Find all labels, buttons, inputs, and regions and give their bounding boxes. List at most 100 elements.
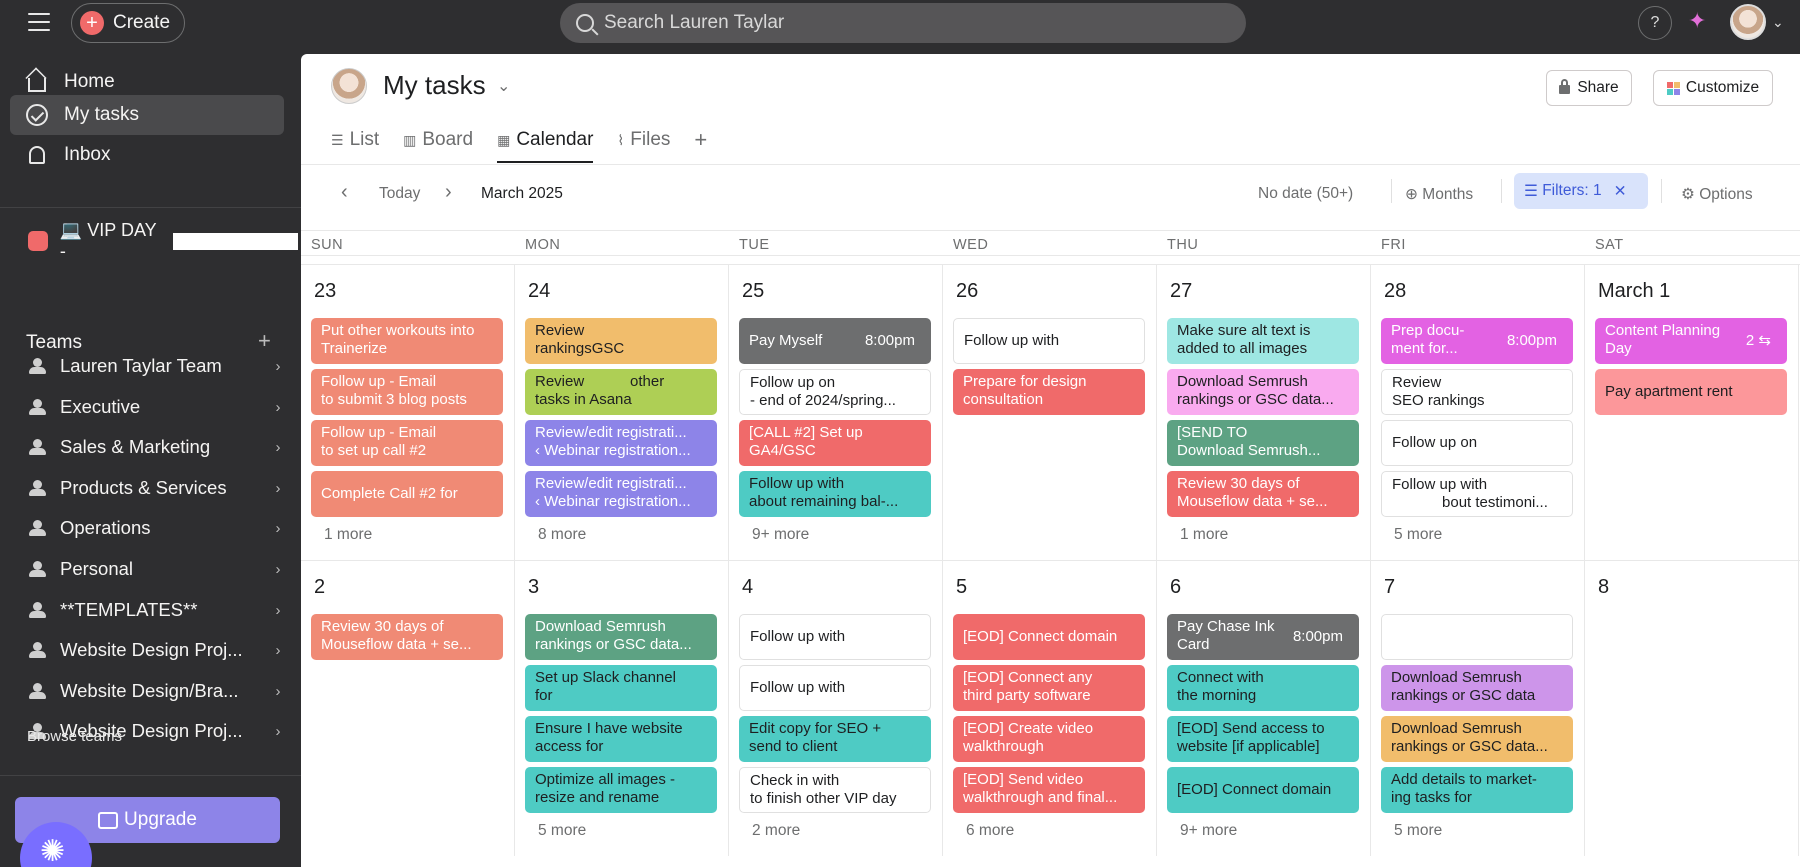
task-card[interactable]: Download Semrush rankings or GSC data... [525,614,717,660]
sidebar-team-item[interactable]: Website Design/Bra... › [28,673,288,709]
sidebar-team-item[interactable]: Operations › [28,510,288,546]
task-card[interactable]: Download Semrush rankings or GSC data [1381,665,1573,711]
chevron-right-icon[interactable]: › [268,561,288,578]
chevron-down-icon[interactable]: ⌄ [497,76,510,96]
task-card[interactable]: Follow up with [739,665,931,711]
task-card[interactable]: Download Semrush rankings or GSC data... [1167,369,1359,415]
task-card[interactable]: Follow up on [1381,420,1573,466]
calendar-day-cell[interactable]: 4 Follow up with Follow up with Edit copy f… [729,561,943,856]
sidebar-team-item[interactable]: Personal › [28,551,288,587]
user-avatar[interactable] [1730,4,1766,40]
calendar-day-cell[interactable]: 5 [EOD] Connect domain [EOD] Connect any t… [943,561,1157,856]
task-card[interactable]: Follow up - Email to set up call #2 [311,420,503,466]
chevron-right-icon[interactable]: › [445,181,452,204]
task-card[interactable]: Review/edit registrati... ‹ Webinar regi… [525,420,717,466]
task-card[interactable]: Follow up - Email to submit 3 blog posts [311,369,503,415]
task-card[interactable]: Review rankingsGSC [525,318,717,364]
more-tasks-link[interactable]: 5 more [538,822,586,840]
task-card[interactable]: Follow up with about remaining bal-... [739,471,931,517]
months-zoom-button[interactable]: ⊕ Months [1405,185,1473,204]
task-card[interactable]: Review/edit registrati... ‹ Webinar regi… [525,471,717,517]
more-tasks-link[interactable]: 5 more [1394,822,1442,840]
calendar-day-cell[interactable]: 23 Put other workouts into Trainerize Foll… [301,265,515,560]
task-card[interactable]: Pay Myself 8:00pm [739,318,931,364]
more-tasks-link[interactable]: 6 more [966,822,1014,840]
filters-button[interactable]: ☰ Filters: 1 ✕ [1514,173,1648,209]
chevron-right-icon[interactable]: › [268,683,288,700]
sidebar-team-item[interactable]: Products & Services › [28,470,288,506]
task-card[interactable]: [SEND TO Download Semrush... [1167,420,1359,466]
tab-list[interactable]: ☰ List [331,120,379,160]
sidebar-item-my-tasks[interactable]: My tasks [10,95,284,135]
today-button[interactable]: Today [379,185,420,203]
task-card[interactable]: Set up Slack channel for [525,665,717,711]
sidebar-project-vip-day[interactable]: 💻 VIP DAY - [28,220,299,261]
task-card[interactable]: [EOD] Connect domain [1167,767,1359,813]
task-card[interactable]: Review other tasks in Asana [525,369,717,415]
more-tasks-link[interactable]: 9+ more [752,526,809,544]
calendar-day-cell[interactable]: 28 Prep docu- ment for... 8:00pm Review SEO… [1371,265,1585,560]
task-card[interactable]: Review SEO rankings [1381,369,1573,415]
calendar-day-cell[interactable]: 24 Review rankingsGSC Review other tasks i… [515,265,729,560]
add-tab-icon[interactable]: + [694,120,707,160]
more-tasks-link[interactable]: 1 more [324,526,372,544]
sidebar-team-item[interactable]: Lauren Taylar Team › [28,348,288,384]
more-tasks-link[interactable]: 1 more [1180,526,1228,544]
task-card[interactable]: Put other workouts into Trainerize [311,318,503,364]
chevron-right-icon[interactable]: › [268,480,288,497]
task-card[interactable]: Prepare for design consultation [953,369,1145,415]
browse-teams-link[interactable]: Browse teams [27,728,122,745]
chevron-right-icon[interactable]: › [268,399,288,416]
task-card[interactable] [1381,614,1573,660]
task-card[interactable]: Follow up on - end of 2024/spring... [739,369,931,415]
task-card[interactable]: Add details to market- ing tasks for [1381,767,1573,813]
ai-sparkle-icon[interactable]: ✦ [1688,8,1706,34]
task-card[interactable]: Ensure I have website access for [525,716,717,762]
more-tasks-link[interactable]: 9+ more [1180,822,1237,840]
chevron-right-icon[interactable]: › [268,439,288,456]
tab-calendar[interactable]: ▦ Calendar [497,120,594,163]
sidebar-team-item[interactable]: Executive › [28,389,288,425]
task-card[interactable]: Review 30 days of Mouseflow data + se... [1167,471,1359,517]
task-card[interactable]: Connect with the morning [1167,665,1359,711]
calendar-day-cell[interactable]: 26 Follow up with Prepare for design consu… [943,265,1157,560]
calendar-day-cell[interactable]: March 1 Content Planning Day 2 ⇆ Pay apartm… [1585,265,1799,560]
more-tasks-link[interactable]: 5 more [1394,526,1442,544]
more-tasks-link[interactable]: 8 more [538,526,586,544]
task-card[interactable]: Follow up with [953,318,1145,364]
task-card[interactable]: Optimize all images - resize and rename [525,767,717,813]
task-card[interactable]: Review 30 days of Mouseflow data + se... [311,614,503,660]
task-card[interactable]: Prep docu- ment for... 8:00pm [1381,318,1573,364]
close-icon[interactable]: ✕ [1614,182,1627,201]
calendar-day-cell[interactable]: 7 Download Semrush rankings or GSC data Do… [1371,561,1585,856]
task-card[interactable]: Follow up with [739,614,931,660]
sidebar-team-item[interactable]: Sales & Marketing › [28,429,288,465]
sidebar-team-item[interactable]: **TEMPLATES** › [28,592,288,628]
chevron-right-icon[interactable]: › [268,602,288,619]
task-card[interactable]: [EOD] Connect domain [953,614,1145,660]
task-card[interactable]: Edit copy for SEO + send to client [739,716,931,762]
chevron-left-icon[interactable]: ‹ [341,181,348,204]
options-button[interactable]: ⚙ Options [1681,185,1753,204]
chevron-down-icon[interactable]: ⌄ [1772,14,1784,31]
task-card[interactable]: Download Semrush rankings or GSC data... [1381,716,1573,762]
sidebar-item-inbox[interactable]: Inbox [10,135,284,175]
task-card[interactable]: Pay apartment rent [1595,369,1787,415]
tab-board[interactable]: ▥ Board [403,120,473,160]
task-card[interactable]: [CALL #2] Set up GA4/GSC [739,420,931,466]
tab-files[interactable]: ⌇ Files [617,120,670,160]
task-card[interactable]: [EOD] Connect any third party software [953,665,1145,711]
help-button[interactable]: ? [1638,6,1672,40]
calendar-day-cell[interactable]: 6 Pay Chase Ink Card 8:00pm Connect with th… [1157,561,1371,856]
task-card[interactable]: Follow up with bout testimoni... [1381,471,1573,517]
task-card[interactable]: Pay Chase Ink Card 8:00pm [1167,614,1359,660]
no-date-button[interactable]: No date (50+) [1258,185,1353,203]
task-card[interactable]: [EOD] Create video walkthrough [953,716,1145,762]
task-card[interactable]: Content Planning Day 2 ⇆ [1595,318,1787,364]
chevron-right-icon[interactable]: › [268,520,288,537]
task-card[interactable]: [EOD] Send access to website [if applica… [1167,716,1359,762]
task-card[interactable]: Check in with to finish other VIP day [739,767,931,813]
customize-button[interactable]: Customize [1653,70,1773,106]
more-tasks-link[interactable]: 2 more [752,822,800,840]
calendar-day-cell[interactable]: 27 Make sure alt text is added to all ima… [1157,265,1371,560]
